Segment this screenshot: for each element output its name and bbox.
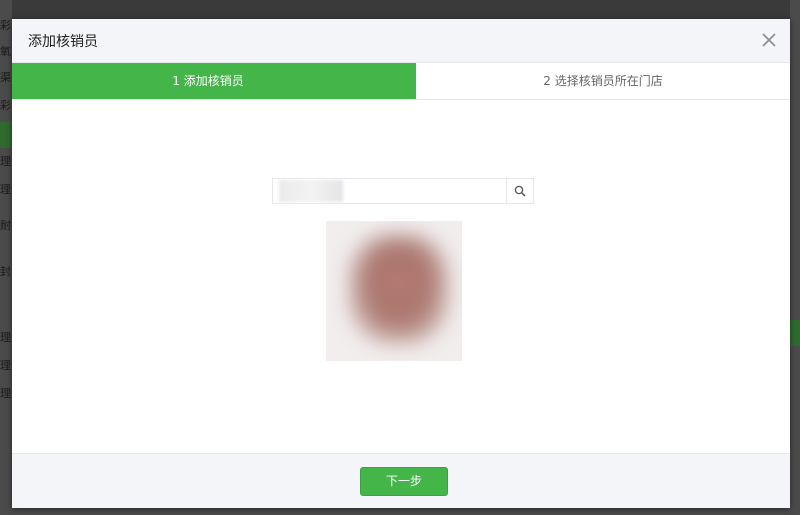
background-left-edge: 彩 氧 渠 彩 理 理 耐 封 理 理 理 [0,0,12,515]
background-char: 理 [0,156,11,168]
step-1-arrow [404,63,414,99]
background-char: 氧 [0,46,11,58]
dialog-content [12,100,790,454]
step-1-label: 1 添加核销员 [172,74,244,88]
add-verifier-dialog: 添加核销员 1 添加核销员 2 选择核销员所在门店 下一步 [12,19,790,508]
step-indicator: 1 添加核销员 2 选择核销员所在门店 [12,63,790,100]
search-value-redacted [279,180,343,202]
background-char: 封 [0,266,11,278]
background-char: 彩 [0,100,11,112]
dialog-footer: 下一步 [12,453,790,508]
search-input[interactable] [272,178,534,204]
background-active-item [0,122,12,148]
background-top-bar [12,0,790,19]
avatar[interactable] [326,221,462,361]
dialog-header: 添加核销员 [12,19,790,63]
background-char: 理 [0,184,11,196]
background-char: 彩 [0,20,11,32]
close-icon[interactable] [758,29,780,51]
background-right-highlight [790,320,800,346]
background-char: 耐 [0,220,11,232]
avatar-image-blurred [350,235,448,343]
background-char: 理 [0,360,11,372]
next-step-button[interactable]: 下一步 [360,467,448,496]
search-icon [514,185,526,197]
background-char: 理 [0,388,11,400]
step-2-label: 2 选择核销员所在门店 [543,74,663,88]
search-button[interactable] [506,179,533,203]
background-char: 理 [0,332,11,344]
background-char: 渠 [0,72,11,84]
dialog-title: 添加核销员 [28,34,98,50]
